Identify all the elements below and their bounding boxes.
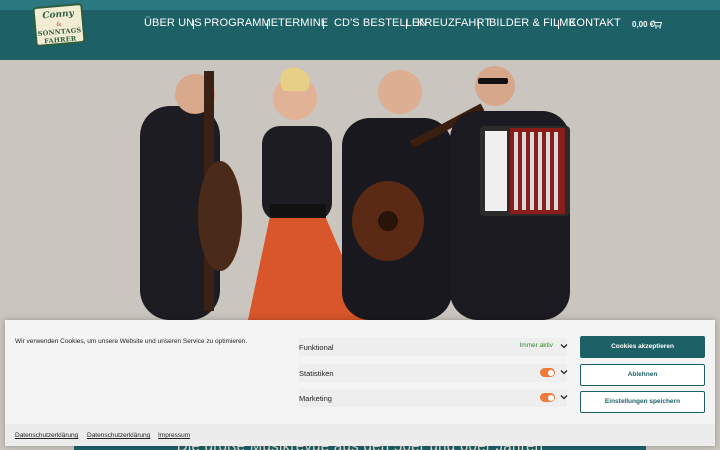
privacy-policy-link[interactable]: Datenschutzerklärung bbox=[87, 432, 150, 439]
marketing-toggle[interactable] bbox=[540, 393, 555, 402]
nav-separator bbox=[558, 20, 559, 29]
logo[interactable]: Conny & SONNTAGS FAHRER bbox=[32, 2, 86, 48]
cookie-category-label: Funktional bbox=[299, 343, 334, 352]
chevron-down-icon[interactable] bbox=[559, 341, 569, 351]
statistics-toggle[interactable] bbox=[540, 368, 555, 377]
shopping-cart-icon[interactable] bbox=[652, 20, 662, 29]
privacy-policy-link[interactable]: Datenschutzerklärung bbox=[15, 432, 78, 439]
cookie-message: Wir verwenden Cookies, um unsere Website… bbox=[15, 338, 248, 345]
nav-separator bbox=[323, 20, 324, 29]
band-photo bbox=[140, 66, 570, 320]
cookie-category-funktional[interactable]: Funktional Immer aktiv bbox=[299, 338, 569, 356]
imprint-link[interactable]: Impressum bbox=[158, 432, 190, 439]
nav-separator bbox=[193, 20, 194, 29]
cookie-category-label: Statistiken bbox=[299, 369, 334, 378]
cookie-consent-dialog: Wir verwenden Cookies, um unsere Website… bbox=[5, 320, 715, 446]
decline-cookies-button[interactable]: Ablehnen bbox=[580, 364, 705, 386]
always-active-label: Immer aktiv bbox=[519, 342, 553, 349]
cookie-category-marketing[interactable]: Marketing bbox=[299, 389, 569, 407]
save-settings-button[interactable]: Einstellungen speichern bbox=[580, 391, 705, 413]
site-header: Conny & SONNTAGS FAHRER ÜBER UNS PROGRAM… bbox=[0, 0, 720, 60]
nav-item-cds-bestellen[interactable]: CD'S BESTELLEN bbox=[334, 17, 427, 29]
accept-cookies-button[interactable]: Cookies akzeptieren bbox=[580, 336, 705, 358]
cookie-category-label: Marketing bbox=[299, 394, 332, 403]
header-top-stripe bbox=[0, 0, 720, 10]
cookie-category-statistiken[interactable]: Statistiken bbox=[299, 364, 569, 382]
nav-item-kreuzfahrt[interactable]: KREUZFAHRT bbox=[417, 17, 491, 29]
nav-separator bbox=[267, 20, 268, 29]
cookie-footer: Datenschutzerklärung Datenschutzerklärun… bbox=[5, 424, 715, 446]
nav-item-bilder-filme[interactable]: BILDER & FILME bbox=[489, 17, 576, 29]
cart-total[interactable]: 0,00 € bbox=[632, 20, 654, 29]
nav-item-termine[interactable]: TERMINE bbox=[278, 17, 328, 29]
chevron-down-icon[interactable] bbox=[559, 392, 569, 402]
nav-item-kontakt[interactable]: KONTAKT bbox=[569, 17, 621, 29]
chevron-down-icon[interactable] bbox=[559, 367, 569, 377]
nav-separator bbox=[406, 20, 407, 29]
nav-separator bbox=[478, 20, 479, 29]
